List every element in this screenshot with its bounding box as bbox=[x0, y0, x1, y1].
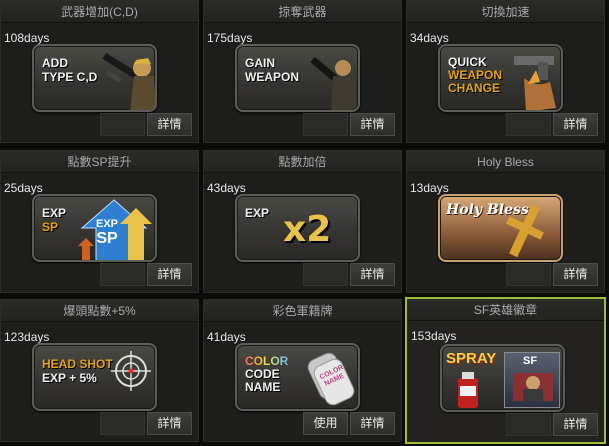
card-title: 掠奪武器 bbox=[204, 1, 401, 23]
soldier-icon bbox=[513, 373, 553, 401]
days-remaining: 25days bbox=[4, 181, 43, 195]
button-slot-empty bbox=[100, 412, 145, 435]
badge-line: SPRAY bbox=[446, 350, 497, 367]
badge-line: EXP bbox=[42, 206, 67, 220]
spray-can-icon bbox=[458, 372, 478, 408]
days-remaining: 34days bbox=[410, 31, 449, 45]
badge-line: EXP + 5% bbox=[42, 371, 97, 385]
sf-emblem: SF bbox=[504, 352, 560, 408]
item-card-add-type[interactable]: 武器增加(C,D) 108days ADD TYPE C,D 詳情 bbox=[0, 0, 199, 143]
card-title: SF英雄徽章 bbox=[407, 299, 604, 321]
badge-line: SP bbox=[96, 230, 118, 247]
details-button[interactable]: 詳情 bbox=[350, 412, 395, 435]
card-title: 點數加倍 bbox=[204, 151, 401, 173]
card-title: 切換加速 bbox=[407, 1, 604, 23]
item-badge: COLOR CODE NAME COLOR NAME bbox=[235, 343, 360, 411]
details-button[interactable]: 詳情 bbox=[350, 113, 395, 136]
button-slot-empty bbox=[506, 413, 551, 436]
badge-line: ADD bbox=[42, 56, 68, 70]
days-remaining: 41days bbox=[207, 330, 246, 344]
details-button[interactable]: 詳情 bbox=[147, 412, 192, 435]
button-slot-empty bbox=[506, 113, 551, 136]
item-grid: 武器增加(C,D) 108days ADD TYPE C,D 詳情 掠奪武器 1… bbox=[0, 0, 609, 446]
item-badge: QUICK WEAPON CHANGE bbox=[438, 44, 563, 112]
item-badge: ADD TYPE C,D bbox=[32, 44, 157, 112]
item-badge: HEAD SHOT EXP + 5% bbox=[32, 343, 157, 411]
badge-line: SF bbox=[523, 355, 538, 367]
item-card-headshot-exp[interactable]: 爆頭點數+5% 123days HEAD SHOT EXP + 5% 詳情 bbox=[0, 299, 199, 442]
button-slot-empty bbox=[506, 263, 551, 286]
item-card-exp-double[interactable]: 點數加倍 43days EXP x2 詳情 bbox=[203, 150, 402, 293]
days-remaining: 153days bbox=[411, 329, 457, 343]
item-badge: GAIN WEAPON bbox=[235, 44, 360, 112]
badge-line: EXP bbox=[96, 218, 119, 230]
button-slot-empty bbox=[303, 113, 348, 136]
badge-line: EXP bbox=[245, 206, 270, 220]
days-remaining: 175days bbox=[207, 31, 253, 45]
item-card-exp-sp[interactable]: 點數SP提升 25days EXP SP EXP SP 詳情 bbox=[0, 150, 199, 293]
badge-line: SP bbox=[42, 220, 59, 234]
details-button[interactable]: 詳情 bbox=[350, 263, 395, 286]
item-card-gain-weapon[interactable]: 掠奪武器 175days GAIN WEAPON 詳情 bbox=[203, 0, 402, 143]
days-remaining: 13days bbox=[410, 181, 449, 195]
badge-line: WEAPON bbox=[245, 70, 299, 84]
item-badge: SPRAY SF bbox=[440, 344, 565, 412]
button-slot-empty bbox=[100, 113, 145, 136]
card-title: 爆頭點數+5% bbox=[1, 300, 198, 322]
button-slot-empty bbox=[100, 263, 145, 286]
crosshair-icon bbox=[111, 351, 151, 391]
details-button[interactable]: 詳情 bbox=[147, 113, 192, 136]
item-card-color-name[interactable]: 彩色軍籍牌 41days COLOR CODE NAME COLOR NAME … bbox=[203, 299, 402, 442]
card-title: 彩色軍籍牌 bbox=[204, 300, 401, 322]
item-badge: EXP x2 bbox=[235, 194, 360, 262]
days-remaining: 43days bbox=[207, 181, 246, 195]
badge-line: NAME bbox=[245, 380, 281, 394]
details-button[interactable]: 詳情 bbox=[553, 263, 598, 286]
details-button[interactable]: 詳情 bbox=[553, 113, 598, 136]
pistol-icon bbox=[514, 56, 556, 110]
card-title: 武器增加(C,D) bbox=[1, 1, 198, 23]
button-slot-empty bbox=[303, 263, 348, 286]
badge-line: HEAD SHOT bbox=[42, 357, 113, 371]
days-remaining: 108days bbox=[4, 31, 50, 45]
item-badge: EXP SP EXP SP bbox=[32, 194, 157, 262]
badge-line: TYPE C,D bbox=[42, 70, 98, 84]
badge-line: CHANGE bbox=[448, 81, 501, 95]
item-card-quick-weapon-change[interactable]: 切換加速 34days QUICK WEAPON CHANGE 詳情 bbox=[406, 0, 605, 143]
badge-line: GAIN bbox=[245, 56, 275, 70]
use-button[interactable]: 使用 bbox=[303, 412, 348, 435]
multiplier-label: x2 bbox=[283, 209, 332, 250]
details-button[interactable]: 詳情 bbox=[147, 263, 192, 286]
rifle-icon bbox=[310, 56, 357, 110]
item-badge: Holy Bless bbox=[438, 194, 563, 262]
rifle-icon bbox=[102, 52, 155, 110]
item-card-holy-bless[interactable]: Holy Bless 13days Holy Bless 詳情 bbox=[406, 150, 605, 293]
details-button[interactable]: 詳情 bbox=[553, 413, 598, 436]
card-title: Holy Bless bbox=[407, 151, 604, 173]
card-title: 點數SP提升 bbox=[1, 151, 198, 173]
cross-icon bbox=[506, 204, 544, 258]
days-remaining: 123days bbox=[4, 330, 50, 344]
item-card-sf-hero-badge[interactable]: SF英雄徽章 153days SPRAY SF 詳情 bbox=[405, 297, 606, 444]
